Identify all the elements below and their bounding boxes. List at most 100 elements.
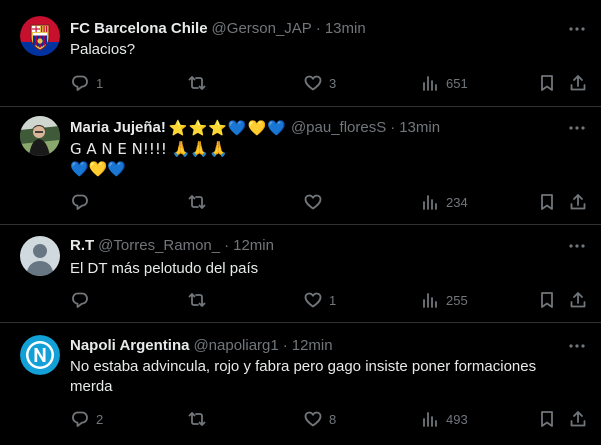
more-icon	[569, 244, 585, 248]
bookmark-button[interactable]	[537, 192, 557, 212]
more-options-button[interactable]	[567, 119, 587, 137]
tweet-text-line: G A N E N!!!! 🙏🙏🙏	[70, 140, 228, 158]
bookmark-button[interactable]	[537, 73, 557, 93]
display-name[interactable]: Napoli Argentina	[70, 337, 189, 355]
like-button[interactable]: 1	[303, 290, 336, 310]
avatar[interactable]	[20, 116, 60, 156]
action-bar: 1 255	[70, 290, 590, 310]
reply-count: 2	[96, 411, 104, 427]
tweet[interactable]: Napoli Argentina @napoliarg1 · 12min No …	[0, 323, 601, 445]
name-emoji: ⭐⭐⭐💙💛💙	[168, 119, 287, 137]
reply-button[interactable]: 1	[70, 73, 103, 93]
more-options-button[interactable]	[567, 20, 587, 38]
view-count: 255	[446, 292, 468, 308]
separator-dot: ·	[282, 337, 288, 354]
action-bar: 2 8 493	[70, 409, 590, 429]
bookmark-icon	[541, 411, 553, 427]
user-handle[interactable]: @Gerson_JAP	[212, 20, 312, 38]
timestamp[interactable]: 12min	[233, 237, 274, 255]
retweet-icon	[188, 293, 206, 307]
views-button[interactable]: 234	[420, 192, 468, 212]
separator-dot: ·	[224, 237, 230, 254]
tweet[interactable]: Maria Jujeña! ⭐⭐⭐💙💛💙 @pau_floresS · 13mi…	[0, 107, 601, 225]
analytics-icon	[423, 76, 437, 91]
analytics-icon	[423, 195, 437, 210]
bookmark-icon	[541, 194, 553, 210]
timestamp[interactable]: 13min	[399, 119, 440, 137]
user-handle[interactable]: @napoliarg1	[193, 337, 278, 355]
reply-icon	[72, 75, 88, 91]
tweet[interactable]: R.T @Torres_Ramon_ · 12min El DT más pel…	[0, 225, 601, 323]
more-icon	[569, 344, 585, 348]
share-icon	[570, 194, 586, 210]
views-button[interactable]: 651	[420, 73, 468, 93]
reply-icon	[72, 292, 88, 308]
reply-button[interactable]	[70, 192, 96, 212]
reply-button[interactable]	[70, 290, 96, 310]
avatar[interactable]	[20, 16, 60, 56]
bookmark-icon	[541, 75, 553, 91]
action-bar: 234	[70, 192, 590, 212]
retweet-icon	[188, 76, 206, 90]
timestamp[interactable]: 12min	[292, 337, 333, 355]
display-name[interactable]: R.T	[70, 237, 94, 255]
user-handle[interactable]: @pau_floresS	[291, 119, 386, 137]
action-bar: 1 3 651	[70, 73, 590, 93]
share-icon	[570, 75, 586, 91]
more-icon	[569, 126, 585, 130]
reply-icon	[72, 194, 88, 210]
view-count: 234	[446, 194, 468, 210]
tweet-text: Palacios?	[70, 40, 575, 60]
avatar[interactable]	[20, 335, 60, 375]
retweet-button[interactable]	[187, 73, 213, 93]
bookmark-button[interactable]	[537, 290, 557, 310]
tweet-text: No estaba advincula, rojo y fabra pero g…	[70, 357, 575, 397]
tweet-text-line: El DT más pelotudo del país	[70, 260, 259, 277]
like-count: 1	[329, 292, 337, 308]
barcelona-crest-icon	[20, 16, 60, 56]
heart-icon	[304, 194, 322, 210]
profile-photo-icon	[20, 116, 60, 156]
bookmark-icon	[541, 292, 553, 308]
tweet-text: G A N E N!!!! 🙏🙏🙏 💙💛💙	[70, 139, 575, 179]
display-name[interactable]: Maria Jujeña!	[70, 119, 166, 137]
like-button[interactable]	[303, 192, 329, 212]
analytics-icon	[423, 412, 437, 427]
timestamp[interactable]: 13min	[325, 20, 366, 38]
reply-button[interactable]: 2	[70, 409, 103, 429]
like-button[interactable]: 3	[303, 73, 336, 93]
retweet-button[interactable]	[187, 192, 213, 212]
tweet-text-line: 💙💛💙	[70, 160, 127, 178]
retweet-button[interactable]	[187, 409, 213, 429]
analytics-icon	[423, 293, 437, 308]
share-icon	[570, 292, 586, 308]
reply-icon	[72, 411, 88, 427]
share-button[interactable]	[568, 192, 588, 212]
views-button[interactable]: 493	[420, 409, 468, 429]
share-button[interactable]	[568, 290, 588, 310]
retweet-button[interactable]	[187, 290, 213, 310]
default-profile-icon	[20, 236, 60, 276]
tweet-text-line: Palacios?	[70, 41, 136, 58]
like-button[interactable]: 8	[303, 409, 336, 429]
retweet-icon	[188, 195, 206, 209]
heart-icon	[304, 75, 322, 91]
heart-icon	[304, 292, 322, 308]
tweet[interactable]: FC Barcelona Chile @Gerson_JAP · 13min P…	[0, 0, 601, 107]
retweet-icon	[188, 412, 206, 426]
share-icon	[570, 411, 586, 427]
views-button[interactable]: 255	[420, 290, 468, 310]
more-options-button[interactable]	[567, 237, 587, 255]
avatar[interactable]	[20, 236, 60, 276]
user-handle[interactable]: @Torres_Ramon_	[98, 237, 220, 255]
display-name[interactable]: FC Barcelona Chile	[70, 20, 208, 38]
more-icon	[569, 27, 585, 31]
bookmark-button[interactable]	[537, 409, 557, 429]
share-button[interactable]	[568, 73, 588, 93]
heart-icon	[304, 411, 322, 427]
tweet-text: El DT más pelotudo del país	[70, 259, 575, 279]
view-count: 651	[446, 75, 468, 91]
more-options-button[interactable]	[567, 337, 587, 355]
view-count: 493	[446, 411, 468, 427]
share-button[interactable]	[568, 409, 588, 429]
